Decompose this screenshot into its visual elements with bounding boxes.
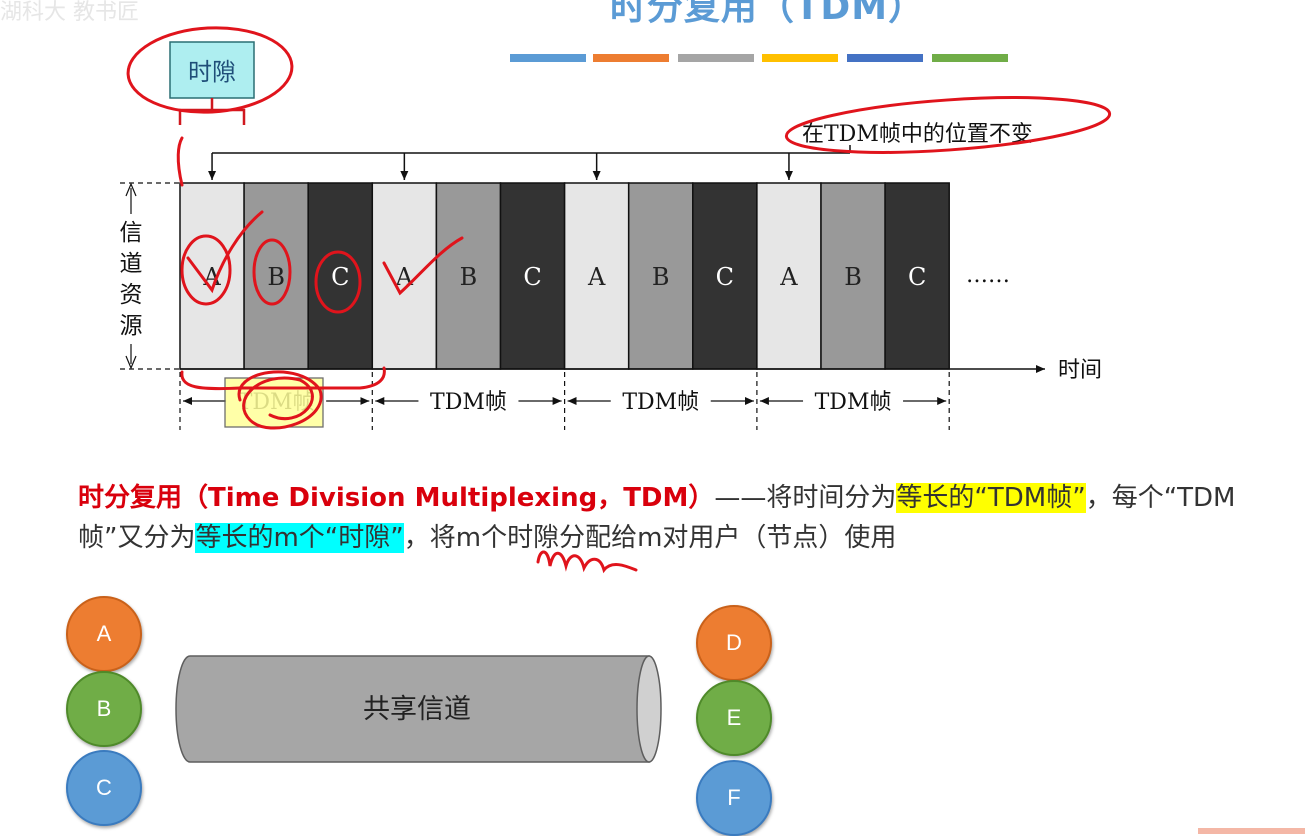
node-b: B (66, 671, 142, 747)
time-slot-label: C (523, 263, 541, 291)
definition-term: 时分复用（Time Division Multiplexing，TDM） (78, 483, 715, 513)
time-slot-label: C (908, 263, 926, 291)
time-slot-label: B (460, 263, 478, 291)
frame-label: TDM帧 (622, 390, 699, 415)
channel-resource-char: 资 (120, 282, 143, 308)
shared-channel-cylinder: 共享信道 (175, 655, 662, 763)
position-arrows (208, 153, 793, 180)
node-d: D (696, 605, 772, 681)
slot-strip: ABCABCABCABC (179, 182, 950, 370)
time-axis-label: 时间 (1058, 358, 1102, 383)
time-slot-label: B (844, 263, 862, 291)
channel-resource-char: 道 (120, 251, 143, 277)
definition-highlight-slot: 等长的m个“时隙” (195, 523, 404, 553)
time-slot-label: B (267, 263, 285, 291)
time-slot-label: A (779, 263, 798, 291)
time-slot-label: A (587, 263, 606, 291)
ellipsis: …… (966, 263, 1010, 288)
definition-paragraph: 时分复用（Time Division Multiplexing，TDM）——将时… (78, 478, 1258, 558)
time-slot-label: 时隙 (188, 58, 236, 86)
corner-mark (1198, 828, 1305, 834)
cylinder-end (636, 655, 662, 763)
time-slot-label: C (716, 263, 734, 291)
time-slot-label: C (331, 263, 349, 291)
channel-resource-char: 源 (120, 313, 143, 339)
node-c: C (66, 750, 142, 826)
annotation-bracket-left (176, 136, 184, 187)
definition-part1: ——将时间分为 (714, 483, 897, 513)
position-note: 在TDM帧中的位置不变 (802, 122, 1033, 147)
shared-channel-label: 共享信道 (363, 694, 471, 725)
channel-resource-char: 信 (120, 220, 143, 246)
frame-label: TDM帧 (430, 390, 507, 415)
node-a: A (66, 596, 142, 672)
tdm-diagram: 时隙 在TDM帧中的位置不变 信 道 资 源 ABCABCABCABC …… 时… (117, 26, 1305, 834)
frame-label: TDM帧 (815, 390, 892, 415)
node-f: F (696, 760, 772, 836)
definition-part3: ，将m个时隙分配给m对用户（节点）使用 (403, 523, 897, 553)
definition-highlight-frame: 等长的“TDM帧” (896, 483, 1086, 513)
time-slot-label: B (652, 263, 670, 291)
node-e: E (696, 680, 772, 756)
